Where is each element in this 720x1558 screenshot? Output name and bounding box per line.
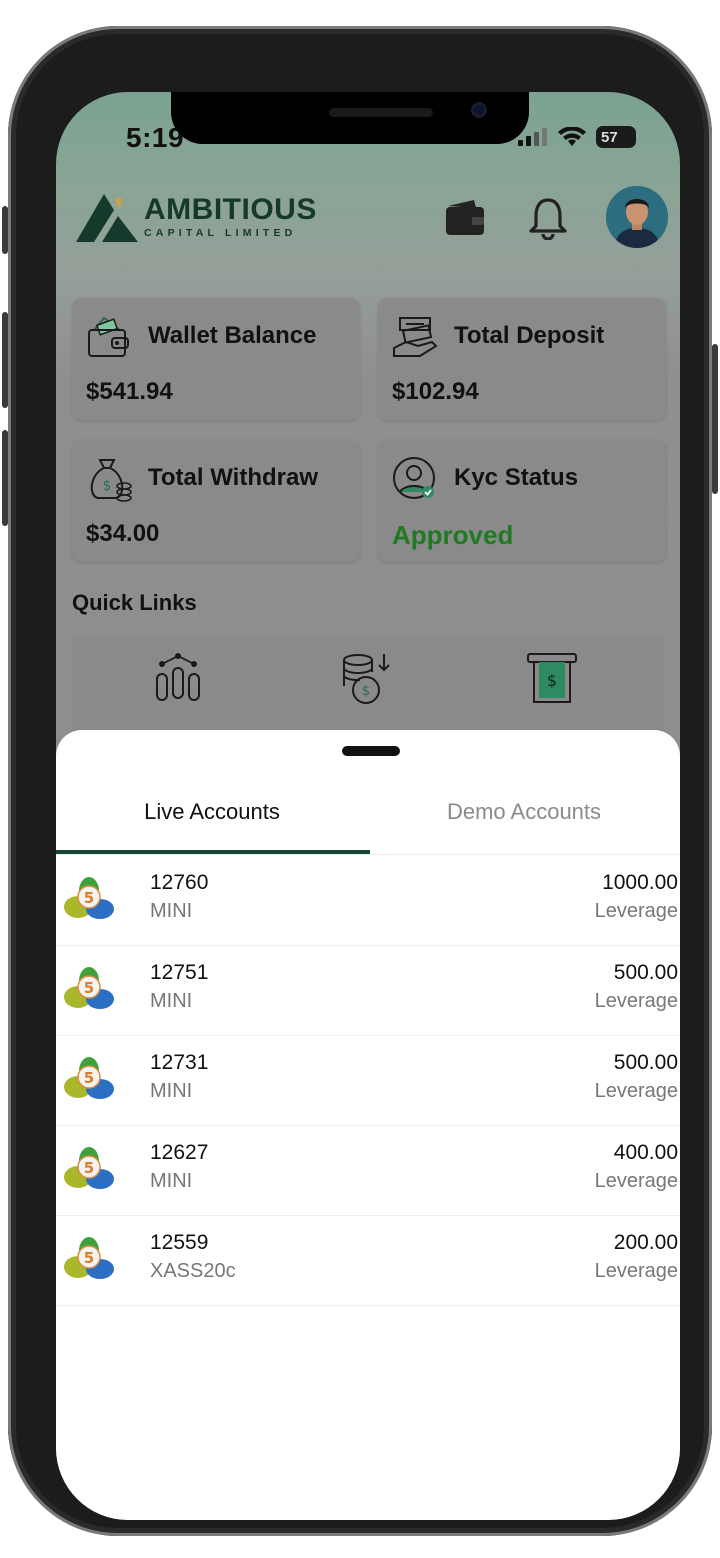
account-type: MINI bbox=[150, 1170, 193, 1192]
metatrader5-icon: 5 bbox=[62, 1141, 116, 1195]
brand-subtitle: CAPITAL LIMITED bbox=[144, 227, 297, 240]
account-type: XASS20c bbox=[150, 1260, 236, 1282]
total-deposit-card[interactable]: Total Deposit $102.94 bbox=[378, 298, 666, 420]
account-row[interactable]: 5 12559 XASS20c 200.00 Leverage bbox=[56, 1215, 680, 1306]
tab-demo-accounts[interactable]: Demo Accounts bbox=[368, 784, 680, 854]
front-camera bbox=[471, 102, 487, 118]
account-type: MINI bbox=[150, 1080, 193, 1102]
ambitious-logo-icon bbox=[76, 194, 138, 242]
wallet-icon[interactable] bbox=[444, 198, 486, 238]
mute-switch bbox=[2, 206, 8, 254]
kyc-status-value: Approved bbox=[392, 520, 514, 550]
account-number: 12559 bbox=[150, 1231, 209, 1254]
account-number: 12627 bbox=[150, 1141, 209, 1164]
accounts-bottom-sheet[interactable]: Live Accounts Demo Accounts 5 12760 MINI… bbox=[56, 730, 680, 1520]
card-value: $541.94 bbox=[86, 378, 173, 405]
metatrader5-icon: 5 bbox=[62, 1231, 116, 1285]
status-icons: 57 bbox=[518, 126, 636, 148]
volume-down-button bbox=[2, 430, 8, 526]
account-leverage-value: 500.00 bbox=[613, 1051, 678, 1074]
candlestick-icon[interactable] bbox=[154, 652, 202, 706]
account-leverage-value: 1000.00 bbox=[602, 871, 678, 894]
account-leverage-value: 500.00 bbox=[613, 961, 678, 984]
svg-text:5: 5 bbox=[84, 1069, 94, 1087]
money-bag-icon: $ bbox=[90, 459, 132, 502]
svg-text:5: 5 bbox=[84, 1249, 94, 1267]
user-verified-icon bbox=[393, 457, 435, 499]
deposit-hand-icon bbox=[393, 317, 438, 357]
svg-text:$: $ bbox=[362, 684, 370, 699]
account-row[interactable]: 5 12760 MINI 1000.00 Leverage bbox=[56, 855, 680, 946]
account-tabs: Live Accounts Demo Accounts bbox=[56, 784, 680, 855]
account-leverage-value: 400.00 bbox=[613, 1141, 678, 1164]
sheet-drag-handle[interactable] bbox=[342, 746, 400, 756]
quick-links-title: Quick Links bbox=[72, 590, 197, 615]
account-number: 12751 bbox=[150, 961, 209, 984]
wallet-balance-card[interactable]: Wallet Balance $541.94 bbox=[72, 298, 360, 420]
card-label: Kyc Status bbox=[454, 464, 579, 491]
power-button bbox=[712, 344, 718, 494]
svg-text:$: $ bbox=[103, 478, 112, 494]
wallet-money-icon bbox=[88, 316, 129, 357]
svg-text:5: 5 bbox=[84, 979, 94, 997]
account-leverage-value: 200.00 bbox=[613, 1231, 678, 1254]
svg-text:$: $ bbox=[547, 671, 557, 690]
user-avatar-icon bbox=[606, 186, 668, 248]
account-leverage-label: Leverage bbox=[594, 900, 678, 922]
brand-name: AMBITIOUS bbox=[144, 193, 317, 227]
total-withdraw-card[interactable]: $ Total Withdraw $34.00 bbox=[72, 440, 360, 562]
metatrader5-icon: 5 bbox=[62, 961, 116, 1015]
screen: 5:19 57 AMBITIOUS CAPITAL LIMITED Wallet… bbox=[56, 92, 680, 1520]
wifi-icon bbox=[558, 127, 586, 146]
account-type: MINI bbox=[150, 990, 193, 1012]
brand-logo: AMBITIOUS CAPITAL LIMITED bbox=[74, 190, 317, 244]
metatrader5-icon: 5 bbox=[62, 871, 116, 925]
account-row[interactable]: 5 12751 MINI 500.00 Leverage bbox=[56, 945, 680, 1036]
card-label: Wallet Balance bbox=[148, 322, 317, 349]
account-row[interactable]: 5 12731 MINI 500.00 Leverage bbox=[56, 1035, 680, 1126]
kyc-status-card[interactable]: Kyc Status Approved bbox=[378, 440, 666, 562]
notch bbox=[171, 92, 529, 144]
atm-cash-icon[interactable]: $ bbox=[526, 652, 578, 706]
bell-icon[interactable] bbox=[528, 196, 568, 240]
account-type: MINI bbox=[150, 900, 193, 922]
avatar[interactable] bbox=[606, 186, 668, 248]
volume-up-button bbox=[2, 312, 8, 408]
battery-icon: 57 bbox=[596, 126, 636, 148]
card-value: $34.00 bbox=[86, 520, 160, 547]
cellular-signal-icon bbox=[518, 128, 547, 146]
account-leverage-label: Leverage bbox=[594, 1080, 678, 1102]
account-number: 12760 bbox=[150, 871, 209, 894]
account-leverage-label: Leverage bbox=[594, 990, 678, 1012]
metatrader5-icon: 5 bbox=[62, 1051, 116, 1105]
account-leverage-label: Leverage bbox=[594, 1260, 678, 1282]
card-label: Total Withdraw bbox=[148, 464, 318, 491]
card-label: Total Deposit bbox=[454, 322, 605, 349]
battery-level: 57 bbox=[601, 128, 618, 146]
account-row[interactable]: 5 12627 MINI 400.00 Leverage bbox=[56, 1125, 680, 1216]
tab-indicator bbox=[56, 850, 370, 854]
svg-text:5: 5 bbox=[84, 889, 94, 907]
coin-stack-icon[interactable]: $ bbox=[340, 652, 392, 706]
svg-text:5: 5 bbox=[84, 1159, 94, 1177]
card-value: $102.94 bbox=[392, 378, 479, 405]
account-number: 12731 bbox=[150, 1051, 209, 1074]
earpiece-speaker bbox=[329, 108, 433, 117]
account-leverage-label: Leverage bbox=[594, 1170, 678, 1192]
tab-live-accounts[interactable]: Live Accounts bbox=[56, 784, 368, 854]
phone-frame: 5:19 57 AMBITIOUS CAPITAL LIMITED Wallet… bbox=[2, 26, 718, 1536]
